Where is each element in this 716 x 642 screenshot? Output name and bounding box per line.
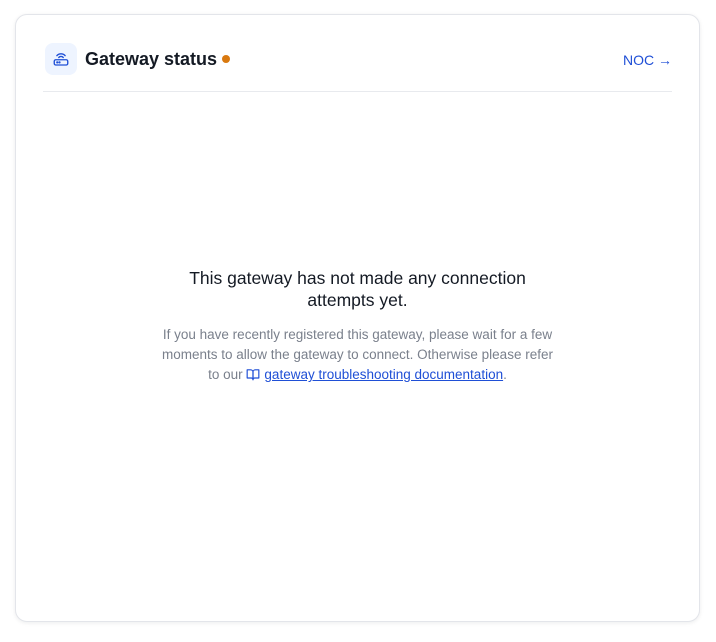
empty-state: This gateway has not made any connection… bbox=[16, 267, 699, 387]
card-title-text: Gateway status bbox=[85, 49, 218, 69]
card-header: Gateway status NOC → bbox=[43, 43, 672, 92]
troubleshooting-doc-link[interactable]: gateway troubleshooting documentation bbox=[246, 367, 503, 382]
card-title: Gateway status bbox=[85, 49, 231, 69]
router-icon bbox=[45, 43, 77, 75]
troubleshooting-doc-link-label: gateway troubleshooting documentation bbox=[264, 367, 504, 382]
status-dot bbox=[222, 55, 231, 64]
empty-state-description: If you have recently registered this gat… bbox=[162, 325, 554, 387]
noc-link[interactable]: NOC → bbox=[623, 51, 672, 69]
description-suffix: . bbox=[503, 367, 507, 382]
book-icon bbox=[246, 367, 260, 387]
empty-state-heading: This gateway has not made any connection… bbox=[189, 268, 526, 310]
gateway-status-card: Gateway status NOC → This gateway has no… bbox=[15, 14, 700, 622]
